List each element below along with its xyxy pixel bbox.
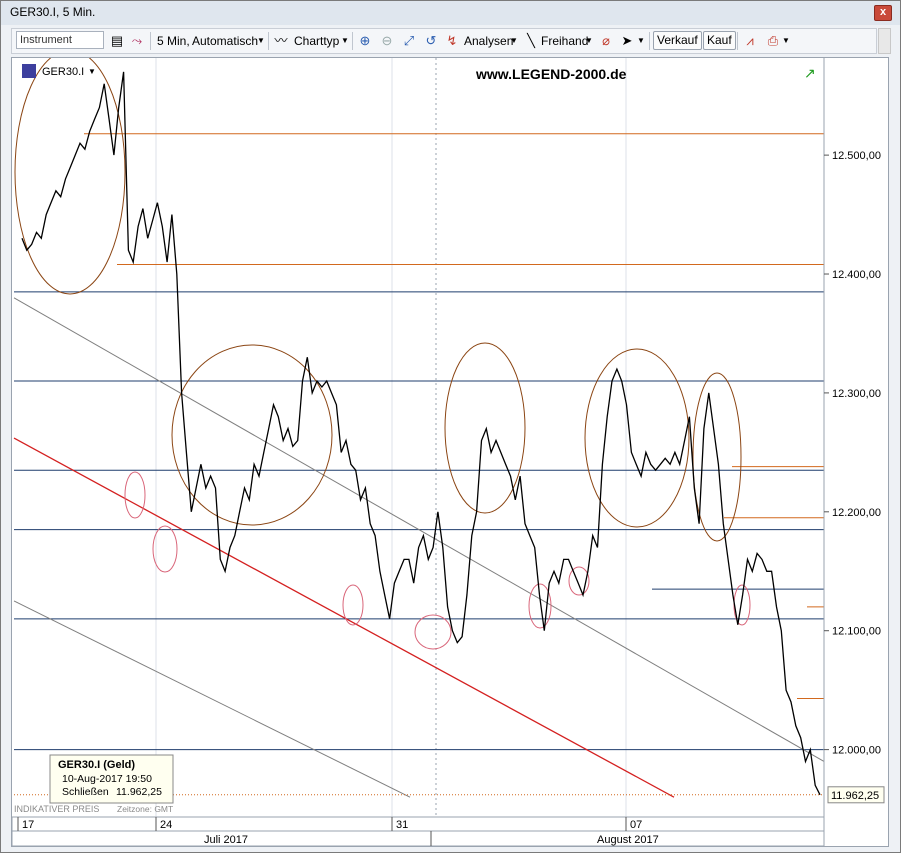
toolbar-divider	[737, 32, 738, 50]
trend-up-icon: ↗	[804, 65, 816, 81]
info-datetime: 10-Aug-2017 19:50	[62, 773, 152, 785]
toolbar-divider	[352, 32, 353, 50]
title-bar: GER30.I, 5 Min. x	[1, 1, 900, 25]
toolbar-divider	[268, 32, 269, 50]
compare-icon[interactable]: ⤳	[128, 32, 146, 50]
price-tick-label: 12.400,00	[832, 269, 881, 281]
print-icon[interactable]: ⎙	[764, 32, 782, 50]
window-title: GER30.I, 5 Min.	[10, 5, 96, 19]
price-tick-label: 12.200,00	[832, 507, 881, 519]
freehand-icon[interactable]: ╲	[522, 32, 540, 50]
freehand-dropdown[interactable]: Freihand	[541, 33, 588, 49]
instrument-input[interactable]: Instrument	[16, 31, 104, 49]
info-title: GER30.I (Geld)	[58, 759, 135, 771]
price-axis-background	[824, 58, 888, 846]
pattern-circle-small	[414, 614, 452, 650]
symbol-icon	[22, 64, 36, 78]
chevron-down-icon[interactable]: ▼	[782, 33, 790, 49]
chart-toolbar: Instrument ▤ ⤳ 5 Min, Automatisch ▼ 〰 Ch…	[11, 28, 877, 54]
chart-window: GER30.I, 5 Min. x Instrument ▤ ⤳ 5 Min, …	[0, 0, 901, 853]
toolbar-divider	[649, 32, 650, 50]
chart-area[interactable]: 12.500,00 12.400,00 12.300,00 12.200,00 12.1…	[11, 57, 889, 847]
interval-mode-dropdown[interactable]: Automatisch	[192, 33, 258, 49]
eraser-icon[interactable]: ⌀	[597, 32, 615, 50]
time-tick-label: 24	[160, 819, 172, 831]
price-tick-label: 12.000,00	[832, 745, 881, 757]
pattern-circle-small	[124, 471, 146, 519]
price-axis: 12.500,00 12.400,00 12.300,00 12.200,00 12.1…	[14, 58, 888, 846]
pattern-circle-large	[171, 344, 333, 526]
info-close-value: 11.962,25	[116, 786, 162, 798]
interval-label[interactable]: 5 Min,	[157, 33, 190, 49]
indicative-price-text: INDIKATIVER PREIS	[14, 804, 99, 814]
instrument-list-icon[interactable]: ▤	[108, 32, 126, 50]
price-tick-label: 12.300,00	[832, 388, 881, 400]
price-tick-label: 12.100,00	[832, 626, 881, 638]
info-close-label: Schließen	[62, 786, 109, 798]
chevron-down-icon[interactable]: ▼	[637, 33, 645, 49]
time-axis: 17 24 31 07 Juli 2017 August 2017	[12, 816, 825, 846]
pattern-circle-large	[14, 58, 126, 295]
sell-button[interactable]: Verkauf	[653, 31, 702, 50]
refresh-icon[interactable]: ↺	[422, 32, 440, 50]
analyses-dropdown[interactable]: Analysen	[464, 33, 513, 49]
line-chart-icon[interactable]: 〰	[272, 32, 290, 50]
grid-layer	[155, 58, 627, 818]
timezone-text: Zeitzone: GMT	[117, 804, 173, 814]
analyses-icon[interactable]: ↯	[443, 32, 461, 50]
price-chart[interactable]: 12.500,00 12.400,00 12.300,00 12.200,00 12.1…	[12, 58, 888, 846]
toolbar-divider	[150, 32, 151, 50]
close-button[interactable]: x	[874, 5, 892, 21]
time-tick-label: 31	[396, 819, 408, 831]
buy-button[interactable]: Kauf	[703, 31, 736, 50]
zoom-out-icon[interactable]: ⊖	[378, 32, 396, 50]
charttype-dropdown[interactable]: Charttyp	[294, 33, 339, 49]
time-tick-label: 07	[630, 819, 642, 831]
window-scrollbar[interactable]	[878, 28, 891, 54]
watermark-text: www.LEGEND-2000.de	[475, 66, 627, 82]
symbol-label[interactable]: GER30.I	[42, 66, 84, 78]
price-series-line	[21, 71, 821, 796]
chevron-down-icon[interactable]: ▼	[510, 33, 518, 49]
price-tick-label: 12.500,00	[832, 150, 881, 162]
zoom-in-icon[interactable]: ⊕	[356, 32, 374, 50]
indicator-icon[interactable]: ⩘	[741, 32, 759, 50]
cursor-icon[interactable]: ➤	[618, 32, 636, 50]
chevron-down-icon[interactable]: ▼	[585, 33, 593, 49]
month-label: Juli 2017	[204, 834, 248, 846]
current-price-label: 11.962,25	[831, 790, 879, 802]
time-tick-label: 17	[22, 819, 34, 831]
pattern-circle-small	[152, 525, 178, 573]
horizontal-lines	[14, 133, 824, 751]
chevron-down-icon[interactable]: ▼	[341, 33, 349, 49]
pattern-circle-small	[528, 583, 552, 629]
fit-icon[interactable]: ⤢	[400, 32, 418, 50]
trend-line-red	[13, 437, 675, 798]
chevron-down-icon[interactable]: ▼	[88, 67, 96, 76]
month-label: August 2017	[597, 834, 659, 846]
chevron-down-icon[interactable]: ▼	[257, 33, 265, 49]
